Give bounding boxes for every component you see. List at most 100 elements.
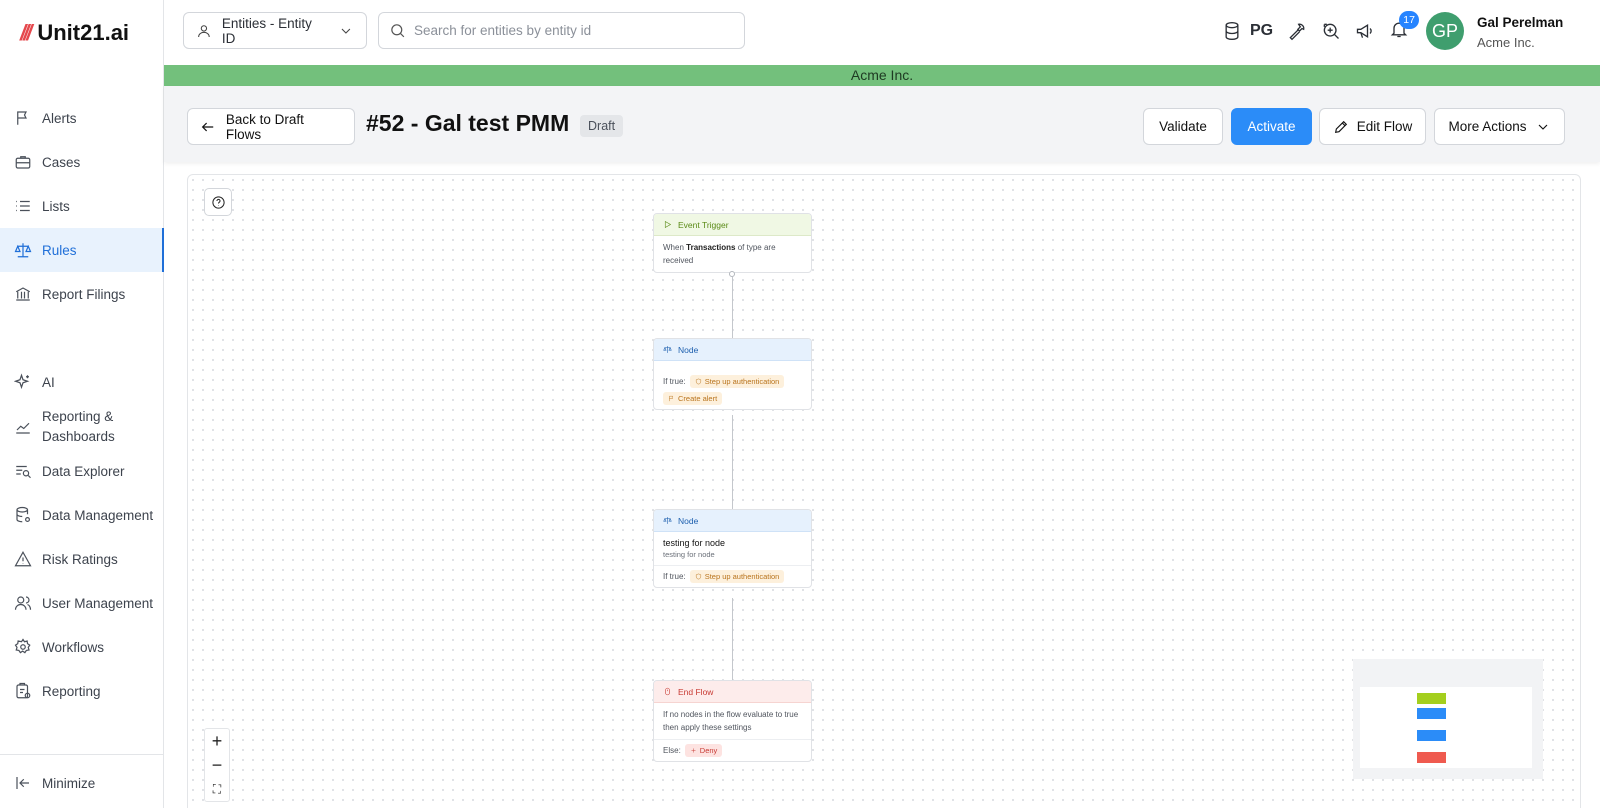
sidebar-item-reporting[interactable]: Reporting (0, 669, 164, 713)
sidebar-item-risk-ratings[interactable]: Risk Ratings (0, 537, 164, 581)
sidebar-item-label: Workflows (42, 639, 105, 655)
if-true-row: If true: Step up authentication Create a… (654, 361, 811, 409)
sidebar-item-user-management[interactable]: User Management (0, 581, 164, 625)
if-true-label: If true: (663, 572, 686, 581)
briefcase-icon (15, 156, 31, 169)
database-selector[interactable]: PG (1222, 21, 1273, 41)
sidebar-item-data-management[interactable]: Data Management (0, 493, 164, 537)
sparkle-icon (14, 373, 30, 390)
minimap-node (1417, 730, 1446, 741)
sidebar-item-label: Alerts (42, 110, 77, 126)
search-icon (391, 24, 405, 38)
users-icon (14, 596, 32, 610)
minimap-viewport (1360, 687, 1532, 768)
megaphone-icon[interactable] (1355, 21, 1375, 41)
node-title: End Flow (678, 686, 714, 697)
user-icon (198, 24, 210, 37)
pencil-icon (1334, 120, 1347, 133)
sidebar-item-cases[interactable]: Cases (0, 140, 164, 184)
database-label: PG (1250, 22, 1274, 39)
flow-node[interactable]: Node If true: Step up authentication Cre… (653, 338, 812, 410)
activate-button[interactable]: Activate (1231, 108, 1312, 145)
database-icon (1225, 22, 1239, 41)
connection-handle[interactable] (729, 271, 735, 277)
zoom-controls: + − ⛶ (204, 728, 230, 802)
sidebar-item-label: User Management (42, 595, 154, 611)
end-flow-node[interactable]: End Flow If no nodes in the flow evaluat… (653, 680, 812, 762)
zoom-search-icon[interactable] (1321, 21, 1341, 41)
sidebar-item-reporting-dashboards[interactable]: Reporting & Dashboards (0, 405, 164, 449)
database-settings-icon (16, 506, 30, 523)
sidebar-item-alerts[interactable]: Alerts (0, 96, 164, 140)
sidebar-item-label: Data Explorer (42, 463, 125, 479)
logo[interactable]: /// Unit21.ai (20, 20, 129, 46)
top-icons: PG 17 (1222, 10, 1420, 48)
edit-flow-button[interactable]: Edit Flow (1319, 108, 1426, 145)
back-to-draft-flows-button[interactable]: Back to Draft Flows (187, 108, 355, 145)
validate-button[interactable]: Validate (1143, 108, 1223, 145)
minimize-button[interactable]: Minimize (0, 761, 164, 805)
sidebar-item-ai[interactable]: AI (0, 360, 164, 404)
action-tag: Create alert (663, 392, 723, 405)
gear-icon (14, 638, 31, 654)
sidebar-item-label: Lists (42, 198, 70, 214)
notifications-button[interactable]: 17 (1389, 10, 1420, 44)
scale-icon (663, 346, 672, 353)
bank-icon (15, 287, 31, 301)
user-info[interactable]: Gal Perelman Acme Inc. (1477, 13, 1563, 53)
clipboard-icon (16, 682, 31, 699)
if-true-label: If true: (663, 377, 686, 386)
minimap[interactable] (1353, 659, 1543, 779)
action-tag: Step up authentication (689, 375, 785, 388)
action-tag: Deny (684, 744, 723, 757)
trigger-text-prefix: When (663, 243, 684, 252)
sidebar-item-lists[interactable]: Lists (0, 184, 164, 228)
action-label: Step up authentication (704, 572, 780, 581)
arrow-left-icon (201, 122, 214, 131)
shield-icon (695, 378, 701, 385)
sidebar-item-report-filings[interactable]: Report Filings (0, 272, 164, 316)
question-circle-icon (211, 195, 225, 209)
node-header: Event Trigger (654, 214, 811, 236)
scale-icon (14, 243, 32, 258)
flow-edge (732, 598, 733, 680)
search-input[interactable] (414, 23, 734, 38)
end-flow-text: If no nodes in the flow evaluate to true… (663, 710, 799, 732)
end-icon (665, 687, 670, 696)
more-actions-button[interactable]: More Actions (1434, 108, 1565, 145)
node-header: Node (654, 339, 811, 361)
warning-icon (14, 551, 32, 567)
flow-canvas[interactable]: Event Trigger When Transactions of type … (187, 174, 1581, 808)
node-description: testing for node (663, 550, 715, 559)
flow-node[interactable]: Node testing for node testing for node I… (653, 509, 812, 588)
sidebar-footer: Minimize (0, 754, 164, 808)
else-row: Else: Deny (654, 739, 811, 761)
fit-view-button[interactable]: ⛶ (205, 777, 229, 801)
node-name: testing for node (663, 538, 726, 548)
sidebar-item-label: Reporting & Dashboards (42, 409, 115, 444)
zoom-out-button[interactable]: − (205, 753, 229, 777)
sidebar-item-label: Data Management (42, 507, 154, 523)
sidebar-item-workflows[interactable]: Workflows (0, 625, 164, 669)
node-title: Event Trigger (678, 219, 729, 230)
page-header: Back to Draft Flows #52 - Gal test PMM D… (164, 86, 1600, 162)
else-label: Else: (663, 746, 681, 755)
help-button[interactable] (204, 188, 232, 216)
zoom-in-button[interactable]: + (205, 729, 229, 753)
shield-icon (695, 573, 701, 580)
wrench-icon[interactable] (1287, 21, 1307, 41)
scale-icon (663, 517, 672, 524)
sidebar-item-label: AI (42, 374, 55, 390)
page-title: #52 - Gal test PMM (366, 110, 570, 136)
chart-line-icon (16, 422, 30, 434)
entity-type-select[interactable]: Entities - Entity ID (183, 12, 367, 49)
minimap-end-node (1417, 752, 1446, 763)
avatar[interactable]: GP (1426, 12, 1464, 50)
action-label: Deny (699, 746, 718, 755)
node-title: Node (678, 515, 699, 526)
event-trigger-node[interactable]: Event Trigger When Transactions of type … (653, 213, 812, 273)
sidebar-item-rules[interactable]: Rules (0, 228, 164, 272)
sidebar-item-data-explorer[interactable]: Data Explorer (0, 449, 164, 493)
status-badge: Draft (580, 115, 624, 137)
if-true-row: If true: Step up authentication (654, 565, 811, 587)
